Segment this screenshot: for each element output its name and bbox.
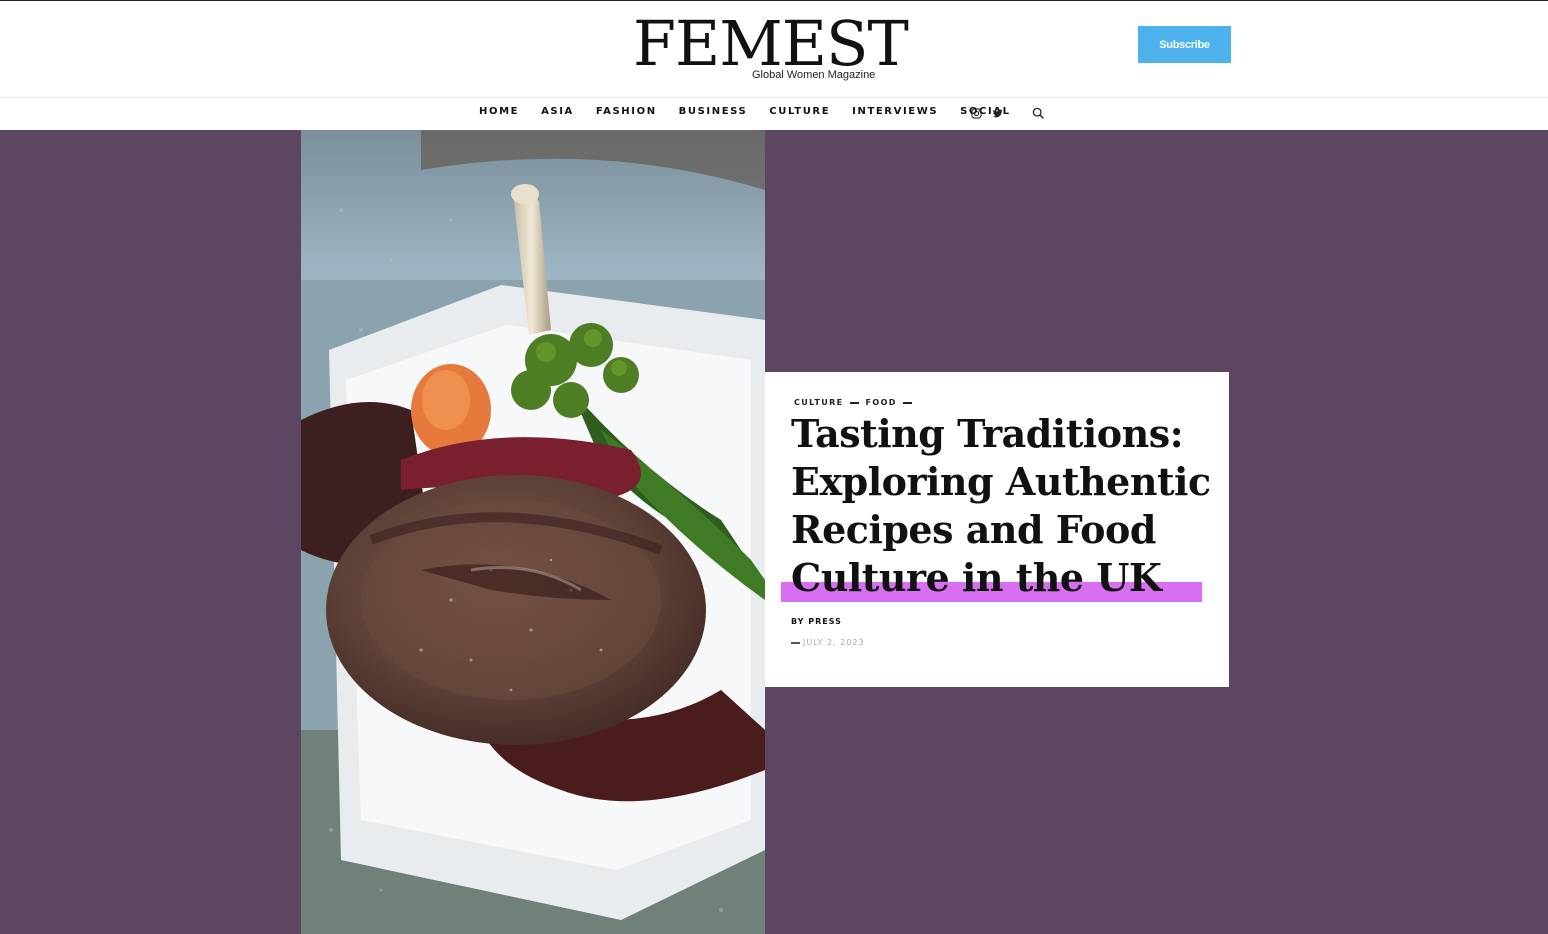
logo-title: FEMEST [633,7,909,80]
featured-article-card: CULTURE FOOD Tasting Traditions: Explori… [765,372,1229,687]
category-culture[interactable]: CULTURE [794,398,844,407]
title-line: Culture in the UK [791,555,1162,600]
subscribe-button[interactable]: Subscribe [1138,26,1231,63]
social-links [971,108,1003,119]
featured-image-steak[interactable] [301,130,765,934]
twitter-icon[interactable] [992,108,1003,119]
nav-item-culture[interactable]: CULTURE [769,106,830,117]
category-food[interactable]: FOOD [866,398,897,407]
nav-item-home[interactable]: HOME [479,106,519,117]
date-dash [791,641,800,644]
main-navigation: HOME ASIA FASHION BUSINESS CULTURE INTER… [0,97,1548,130]
nav-item-business[interactable]: BUSINESS [679,106,748,117]
logo-subtitle: Global Women Magazine [752,69,876,81]
steak-plate-illustration [301,130,765,934]
date-row: JULY 2, 2023 [791,638,865,647]
site-header: FEMEST Global Women Magazine Subscribe [0,1,1548,97]
nav-item-fashion[interactable]: FASHION [596,106,657,117]
article-title[interactable]: Tasting Traditions: Exploring Authentic … [791,410,1211,602]
nav-item-interviews[interactable]: INTERVIEWS [852,106,938,117]
byline: BY PRESS [791,617,842,626]
category-separator [902,401,912,404]
search-icon[interactable] [1032,107,1044,119]
site-logo[interactable]: FEMEST Global Women Magazine [633,13,909,85]
title-line: Tasting Traditions: [791,411,1184,456]
nav-menu: HOME ASIA FASHION BUSINESS CULTURE INTER… [479,106,1011,117]
byline-prefix: BY [791,617,805,626]
title-line: Recipes and Food [791,507,1156,552]
featured-hero: CULTURE FOOD Tasting Traditions: Explori… [0,130,1548,934]
category-list: CULTURE FOOD [794,398,919,407]
author-link[interactable]: PRESS [808,617,842,626]
title-line: Exploring Authentic [791,459,1211,504]
instagram-icon[interactable] [971,108,982,119]
nav-item-asia[interactable]: ASIA [541,106,574,117]
category-separator [849,401,859,404]
publish-date: JULY 2, 2023 [803,638,865,647]
